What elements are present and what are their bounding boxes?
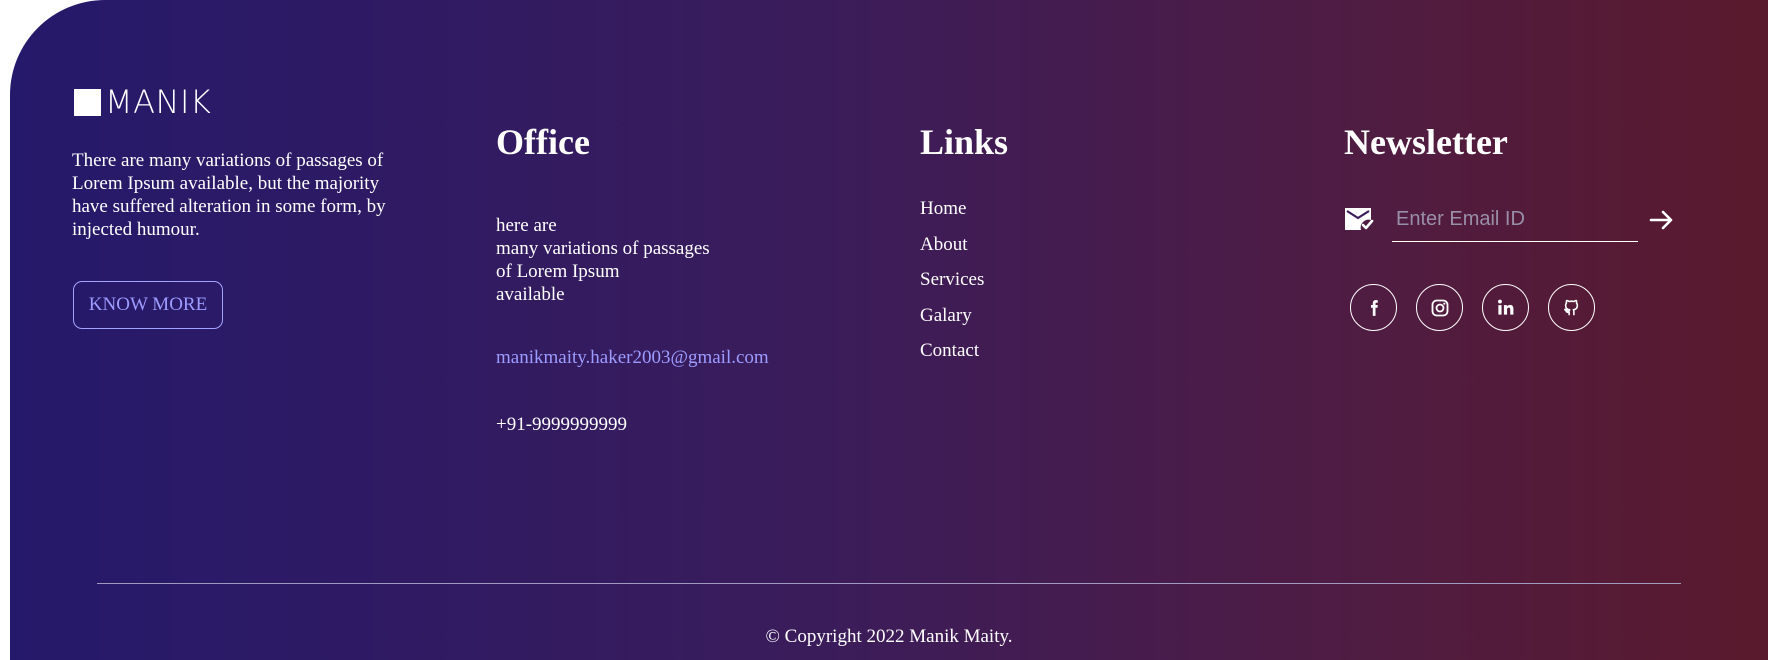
logo-square-icon — [74, 88, 101, 116]
footer-link-item: About — [920, 234, 984, 270]
office-address: here are many variations of passages of … — [496, 214, 710, 306]
office-email-link[interactable]: manikmaity.haker2003@gmail.com — [496, 347, 769, 369]
social-links — [1350, 284, 1595, 331]
links-heading: Links — [920, 122, 1009, 162]
footer-links-list: Home About Services Galary Contact — [920, 198, 984, 376]
footer-link-services[interactable]: Services — [920, 269, 984, 290]
footer-link-item: Services — [920, 269, 984, 305]
mail-check-icon — [1345, 208, 1374, 230]
footer-link-about[interactable]: About — [920, 234, 968, 255]
brand-name: MANIK — [105, 83, 212, 121]
instagram-icon — [1431, 299, 1448, 316]
newsletter-submit-button[interactable] — [1644, 206, 1680, 236]
linkedin-link[interactable] — [1482, 284, 1529, 331]
github-icon — [1564, 299, 1579, 316]
newsletter-heading: Newsletter — [1344, 122, 1508, 162]
footer-link-home[interactable]: Home — [920, 198, 966, 219]
newsletter-form — [1344, 198, 1684, 244]
github-link[interactable] — [1548, 284, 1595, 331]
facebook-link[interactable] — [1350, 284, 1397, 331]
linkedin-icon — [1498, 299, 1514, 315]
address-line: of Lorem Ipsum — [496, 261, 620, 282]
office-phone: +91-9999999999 — [496, 414, 628, 435]
facebook-icon — [1370, 299, 1378, 316]
address-line: here are — [496, 215, 557, 236]
footer-link-item: Galary — [920, 305, 984, 341]
footer-divider — [97, 583, 1681, 584]
brand-description: There are many variations of passages of… — [72, 150, 386, 240]
site-footer: MANIK There are many variations of passa… — [10, 0, 1768, 660]
footer-link-item: Home — [920, 198, 984, 234]
instagram-link[interactable] — [1416, 284, 1463, 331]
footer-link-item: Contact — [920, 340, 984, 376]
address-line: many variations of passages — [496, 238, 710, 259]
copyright-text: © Copyright 2022 Manik Maity. — [765, 626, 1013, 647]
arrow-right-icon — [1649, 210, 1673, 229]
footer-link-contact[interactable]: Contact — [920, 340, 979, 361]
brand-logo[interactable]: MANIK — [74, 86, 211, 118]
footer-link-galary[interactable]: Galary — [920, 305, 972, 326]
newsletter-email-input[interactable] — [1392, 198, 1638, 242]
address-line: available — [496, 284, 565, 305]
know-more-button[interactable]: KNOW MORE — [73, 281, 223, 329]
office-heading: Office — [496, 122, 590, 162]
